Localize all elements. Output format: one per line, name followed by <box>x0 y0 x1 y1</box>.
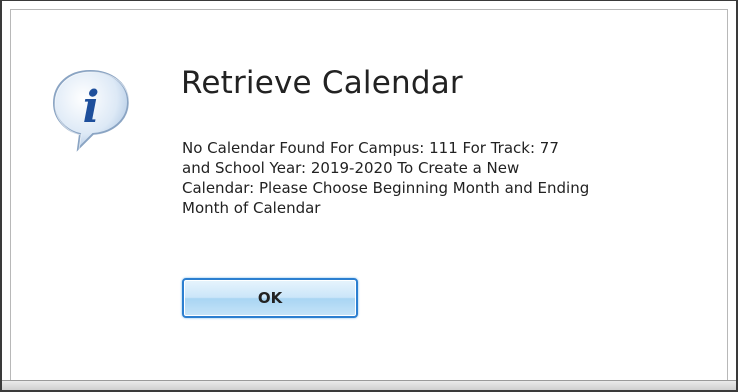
message-line: Month of Calendar <box>182 199 321 217</box>
dialog-message: No Calendar Found For Campus: 111 For Tr… <box>182 138 682 218</box>
info-icon: i <box>46 63 136 153</box>
ok-button[interactable]: OK <box>182 278 358 318</box>
svg-text:i: i <box>83 82 100 133</box>
message-line: Calendar: Please Choose Beginning Month … <box>182 179 590 197</box>
dialog-bottom-edge <box>2 380 736 390</box>
message-line: and School Year: 2019-2020 To Create a N… <box>182 159 520 177</box>
dialog-title: Retrieve Calendar <box>181 65 463 101</box>
retrieve-calendar-dialog: i Retrieve Calendar No Calendar Found Fo… <box>0 0 738 392</box>
message-line: No Calendar Found For Campus: 111 For Tr… <box>182 139 559 157</box>
